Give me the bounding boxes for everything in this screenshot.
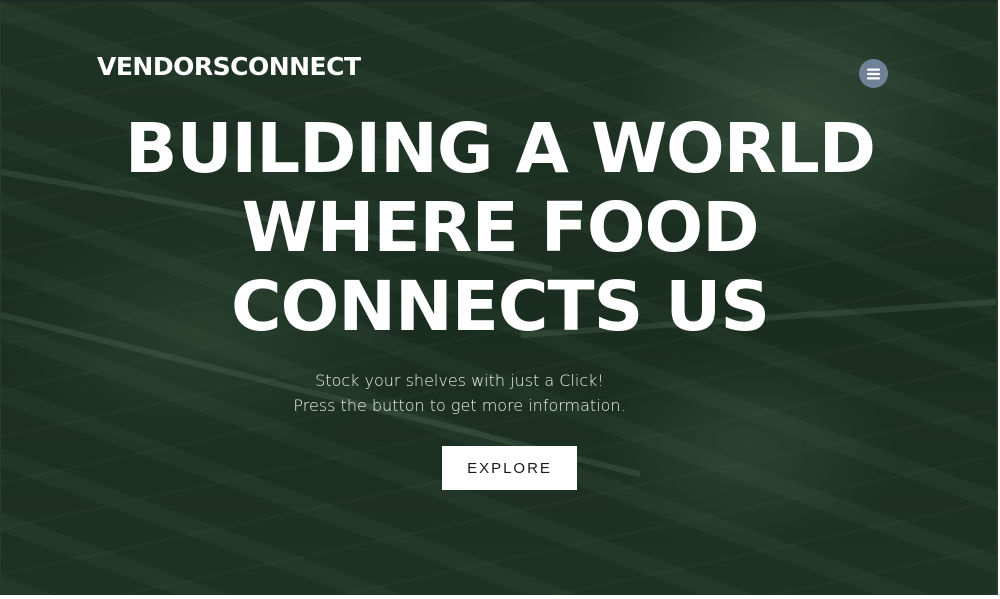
headline-line: WHERE FOOD	[241, 188, 759, 268]
browser-viewport: VENDORSCONNECT BUILDING A WORLD WHERE FO…	[0, 0, 998, 595]
hero-headline: BUILDING A WORLD WHERE FOOD CONNECTS US	[1, 110, 996, 347]
headline-line: CONNECTS US	[230, 267, 770, 347]
subtitle-line: Press the button to get more information…	[293, 396, 626, 415]
explore-button[interactable]: EXPLORE	[442, 446, 577, 490]
hero-subtitle: Stock your shelves with just a Click! Pr…	[1, 368, 918, 418]
headline-line: BUILDING A WORLD	[124, 109, 876, 189]
menu-button[interactable]	[859, 59, 888, 88]
brand-logo-link[interactable]: VENDORSCONNECT	[97, 52, 361, 81]
subtitle-line: Stock your shelves with just a Click!	[315, 371, 604, 390]
hamburger-icon	[867, 68, 880, 79]
hero-section: VENDORSCONNECT BUILDING A WORLD WHERE FO…	[1, 2, 996, 595]
